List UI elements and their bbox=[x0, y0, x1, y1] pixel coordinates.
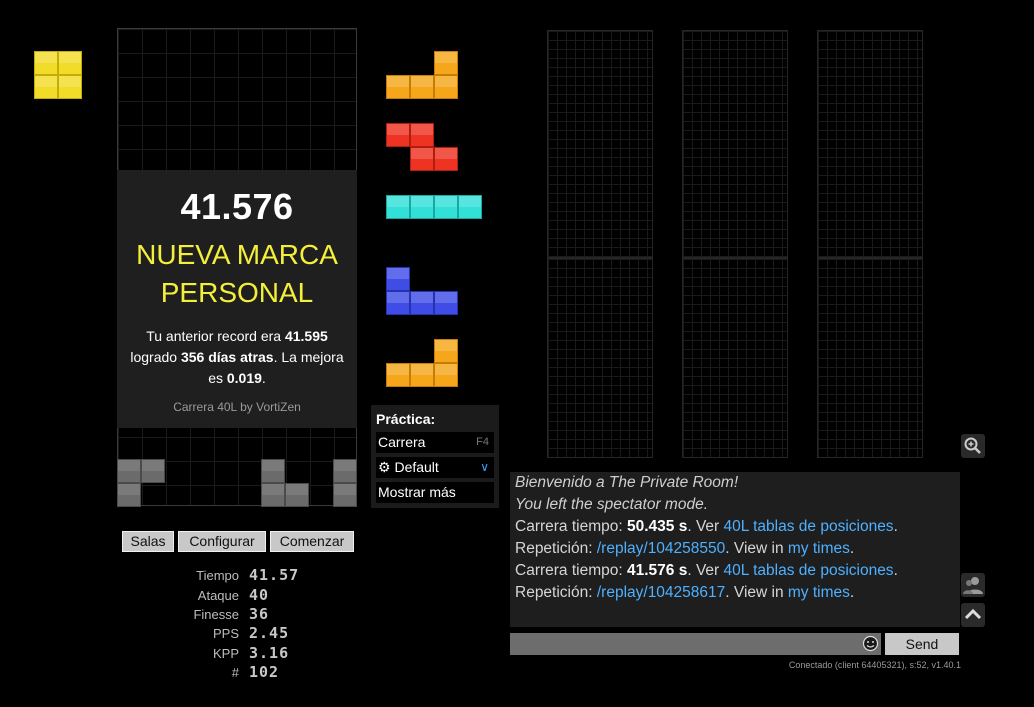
stat-value-time: 41.57 bbox=[249, 566, 300, 584]
chat-replay-2: Repetición: /replay/104258617. View in m… bbox=[515, 584, 855, 601]
replay-link-2[interactable]: /replay/104258617 bbox=[597, 584, 725, 601]
stat-label-pps: PPS bbox=[212, 626, 239, 641]
chat-log: Bienvenido a The Private Room! You left … bbox=[510, 472, 960, 627]
settings-button[interactable]: Configurar bbox=[178, 531, 266, 552]
spectator-board-6 bbox=[817, 258, 923, 458]
stat-value-attack: 40 bbox=[249, 586, 270, 604]
practice-mode-item[interactable]: Carrera F4 bbox=[376, 432, 494, 453]
hold-piece bbox=[34, 51, 82, 99]
preset-select[interactable]: ⚙ Default ∨ bbox=[376, 457, 494, 478]
stat-label-pieces: # bbox=[231, 665, 239, 680]
practice-mode-label: Carrera bbox=[378, 434, 426, 450]
stat-value-pieces: 102 bbox=[249, 663, 280, 681]
final-time: 41.576 bbox=[180, 186, 294, 227]
stat-label-kpp: KPP bbox=[212, 646, 239, 661]
send-button[interactable]: Send bbox=[885, 633, 959, 655]
result-panel: 41.576 NUEVA MARCA PERSONAL Tu anterior … bbox=[117, 170, 357, 428]
race-credit: Carrera 40L by VortiZen bbox=[173, 400, 301, 414]
preset-label: Default bbox=[394, 459, 439, 475]
my-times-link-1[interactable]: my times bbox=[788, 540, 850, 557]
chat-replay-1: Repetición: /replay/104258550. View in m… bbox=[515, 540, 855, 557]
board-stack bbox=[117, 459, 357, 507]
spectator-board-1 bbox=[547, 30, 653, 258]
practice-title: Práctica: bbox=[376, 411, 436, 427]
personal-best-headline: NUEVA MARCA PERSONAL bbox=[136, 239, 338, 308]
practice-menu: Práctica: Carrera F4 ⚙ Default ∨ Mostrar… bbox=[371, 405, 499, 508]
chat-input[interactable] bbox=[510, 633, 881, 655]
show-more-button[interactable]: Mostrar más bbox=[376, 482, 494, 503]
replay-link-1[interactable]: /replay/104258550 bbox=[597, 540, 725, 557]
connection-status: Conectado (client 64405321), s:52, v1.40… bbox=[788, 660, 961, 670]
spectator-board-3 bbox=[817, 30, 923, 258]
gear-icon: ⚙ bbox=[378, 459, 391, 475]
spectator-board-2 bbox=[682, 30, 788, 258]
stat-label-attack: Ataque bbox=[197, 588, 239, 603]
start-button[interactable]: Comenzar bbox=[270, 531, 354, 552]
rooms-button[interactable]: Salas bbox=[122, 531, 174, 552]
chevron-down-icon: ∨ bbox=[480, 460, 489, 474]
stat-label-finesse: Finesse bbox=[193, 607, 239, 622]
previous-record-text: Tu anterior record era 41.595 logrado 356… bbox=[130, 328, 344, 386]
leaderboard-link-1[interactable]: 40L tablas de posiciones bbox=[724, 518, 894, 535]
stat-value-finesse: 36 bbox=[249, 605, 270, 623]
stat-label-time: Tiempo bbox=[196, 568, 239, 583]
chat-welcome: Bienvenido a The Private Room! bbox=[515, 474, 739, 491]
chat-race-result-1: Carrera tiempo: 50.435 s. Ver 40L tablas… bbox=[515, 518, 898, 535]
emoji-icon[interactable] bbox=[862, 635, 879, 656]
stat-value-kpp: 3.16 bbox=[249, 644, 290, 662]
chat-spectator-msg: You left the spectator mode. bbox=[515, 496, 709, 513]
leaderboard-link-2[interactable]: 40L tablas de posiciones bbox=[724, 562, 894, 579]
next-queue bbox=[386, 51, 486, 391]
chevron-up-icon[interactable] bbox=[961, 603, 985, 627]
spectator-board-4 bbox=[547, 258, 653, 458]
practice-mode-shortcut: F4 bbox=[476, 436, 489, 448]
chat-race-result-2: Carrera tiempo: 41.576 s. Ver 40L tablas… bbox=[515, 562, 898, 579]
stat-value-pps: 2.45 bbox=[249, 624, 290, 642]
zoom-icon[interactable] bbox=[961, 434, 985, 458]
my-times-link-2[interactable]: my times bbox=[788, 584, 850, 601]
users-icon[interactable] bbox=[961, 573, 985, 597]
spectator-board-5 bbox=[682, 258, 788, 458]
